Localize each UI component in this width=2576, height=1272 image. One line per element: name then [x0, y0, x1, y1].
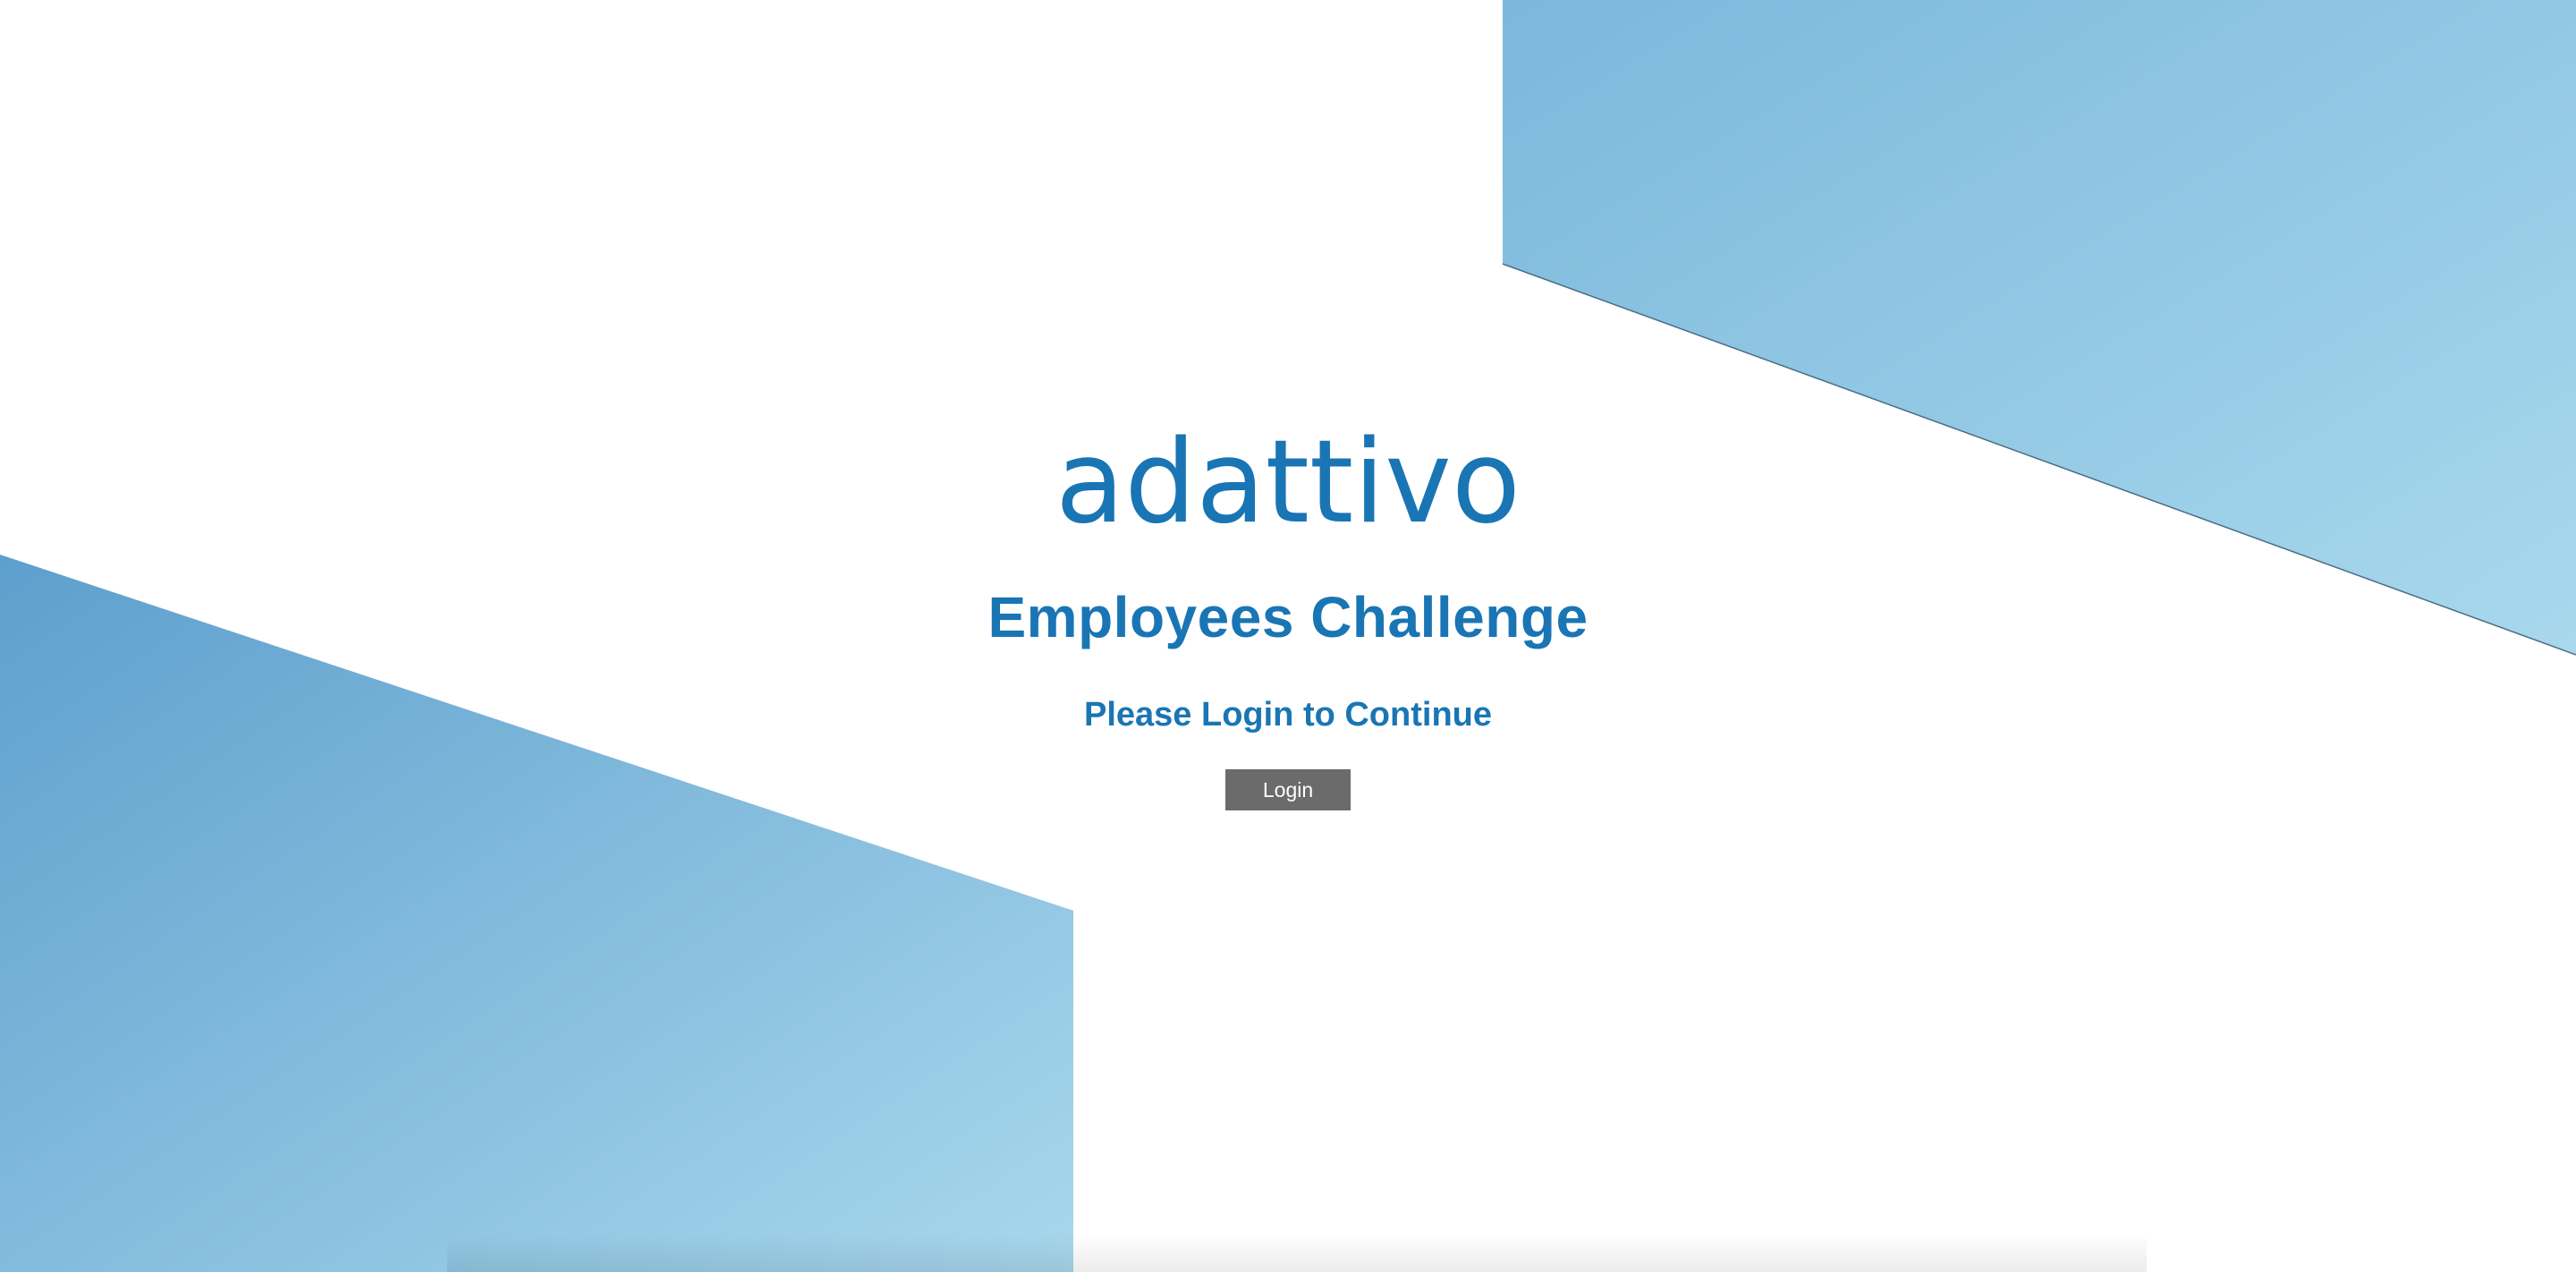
bottom-left-shape [0, 555, 1073, 1272]
login-button[interactable]: Login [1225, 769, 1351, 810]
page-title: Employees Challenge [987, 585, 1589, 649]
logo-text: adattivo [1055, 416, 1521, 546]
page-subtitle: Please Login to Continue [1083, 696, 1493, 734]
bottom-shadow [447, 1234, 2147, 1272]
login-page: adattivo Employees Challenge Please Logi… [0, 0, 2576, 1272]
top-right-shape [1503, 0, 2576, 655]
adattivo-logo: adattivo [1038, 407, 1538, 546]
